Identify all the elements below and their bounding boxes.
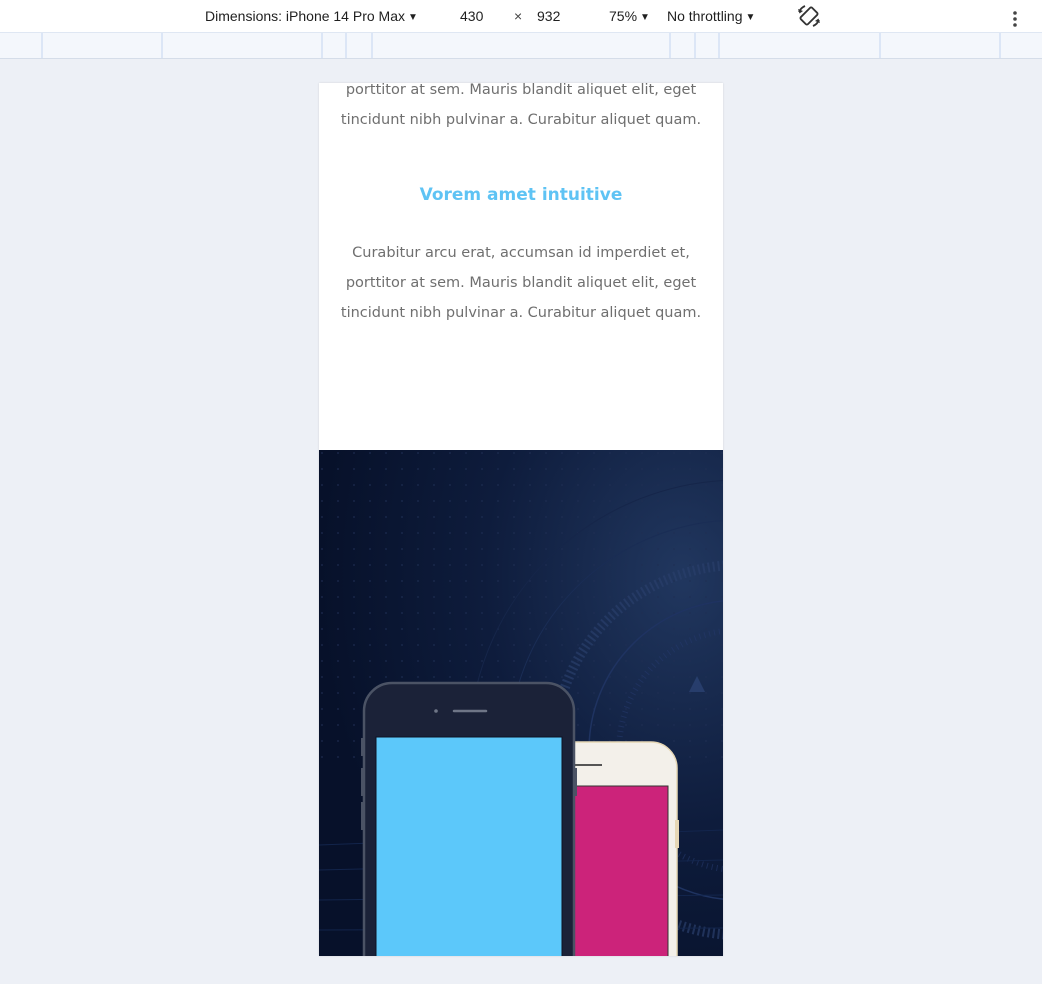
paragraph-main: Curabitur arcu erat, accumsan id imperdi… bbox=[319, 238, 723, 328]
hero-illustration bbox=[319, 450, 723, 956]
times-symbol: × bbox=[514, 8, 523, 24]
ruler-marker bbox=[161, 33, 163, 58]
dark-phone bbox=[361, 681, 577, 956]
device-viewport: porttitor at sem. Mauris blandit aliquet… bbox=[319, 83, 723, 956]
zoom-label: 75% bbox=[609, 8, 638, 24]
paragraph-line: tincidunt nibh pulvinar a. Curabitur ali… bbox=[340, 112, 702, 128]
rotate-icon[interactable] bbox=[796, 3, 822, 29]
paragraph-line: Curabitur arcu erat, accumsan id imperdi… bbox=[352, 245, 690, 261]
paragraph-line: tincidunt nibh pulvinar a. Curabitur ali… bbox=[340, 305, 702, 321]
ruler-marker bbox=[718, 33, 720, 58]
times-icon: × bbox=[514, 0, 522, 32]
ruler-marker bbox=[999, 33, 1001, 58]
paragraph-line: porttitor at sem. Mauris blandit aliquet… bbox=[345, 275, 697, 291]
width-input[interactable]: 430 bbox=[460, 0, 483, 32]
paragraph-top: porttitor at sem. Mauris blandit aliquet… bbox=[319, 83, 723, 135]
caret-down-icon: ▼ bbox=[640, 12, 650, 23]
media-query-ruler[interactable] bbox=[0, 32, 1042, 59]
device-toolbar: Dimensions: iPhone 14 Pro Max ▼ 430 × 932… bbox=[0, 0, 1042, 32]
ruler-marker bbox=[321, 33, 323, 58]
width-value: 430 bbox=[460, 8, 484, 24]
height-value: 932 bbox=[537, 8, 561, 24]
ruler-marker bbox=[879, 33, 881, 58]
device-label: Dimensions: iPhone 14 Pro Max bbox=[205, 8, 405, 24]
caret-down-icon: ▼ bbox=[745, 12, 756, 23]
height-input[interactable]: 932 bbox=[537, 0, 560, 32]
ruler-marker bbox=[669, 33, 671, 58]
zoom-select[interactable]: 75% ▼ bbox=[609, 0, 650, 32]
ruler-marker bbox=[345, 33, 347, 58]
device-select[interactable]: Dimensions: iPhone 14 Pro Max ▼ bbox=[205, 0, 418, 32]
throttle-label: No throttling bbox=[667, 8, 743, 24]
caret-down-icon: ▼ bbox=[408, 12, 418, 23]
ruler-marker bbox=[41, 33, 43, 58]
ruler-marker bbox=[694, 33, 696, 58]
paragraph-line: porttitor at sem. Mauris blandit aliquet… bbox=[345, 83, 697, 98]
more-vertical-icon[interactable] bbox=[1008, 7, 1022, 27]
section-heading: Vorem amet intuitive bbox=[419, 185, 623, 205]
ruler-marker bbox=[371, 33, 373, 58]
hero-section bbox=[319, 450, 723, 956]
throttling-select[interactable]: No throttling ▼ bbox=[667, 0, 755, 32]
